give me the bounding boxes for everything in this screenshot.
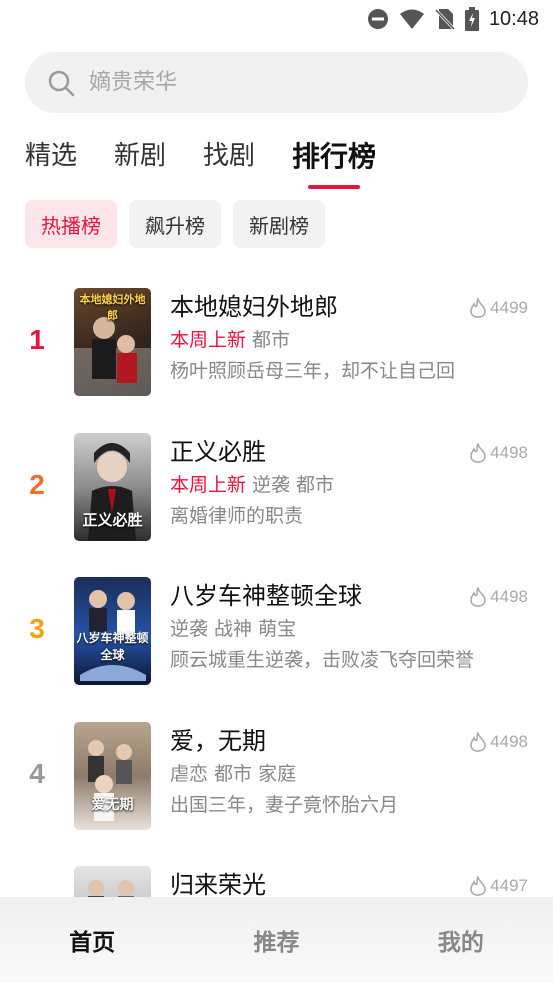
chip-hot[interactable]: 热播榜: [25, 200, 117, 248]
genre-tags: 逆袭 都市: [252, 474, 335, 496]
flame-icon: [470, 443, 486, 463]
no-sim-icon: [434, 8, 455, 30]
tab-label: 排行榜: [292, 140, 377, 173]
genre-tags: 逆袭 战神 萌宝: [170, 618, 297, 640]
list-item[interactable]: 4 爱无期 爱，无期 虐恋 都市 家庭 出国三年，妻子竟怀胎六月 4498: [0, 722, 553, 832]
heat-value: 4498: [490, 443, 528, 462]
heat-score: 4498: [469, 587, 528, 607]
rank-number: 2: [29, 469, 45, 500]
nav-home[interactable]: 首页: [69, 923, 115, 957]
rank-number: 3: [29, 613, 45, 644]
search-icon: [48, 70, 75, 96]
new-this-week-badge: 本周上新: [170, 474, 247, 496]
heat-value: 4499: [490, 298, 528, 317]
genre-tags: 虐恋 都市 家庭: [170, 763, 297, 785]
rank-number: 4: [29, 758, 45, 789]
drama-title: 正义必胜: [170, 438, 266, 466]
search-input[interactable]: [87, 69, 471, 96]
tab-new-dramas[interactable]: 新剧: [114, 135, 166, 175]
do-not-disturb-icon: [367, 9, 388, 29]
rank-number: 1: [29, 324, 45, 355]
wifi-icon: [399, 9, 424, 29]
drama-info: 八岁车神整顿全球 逆袭 战神 萌宝 顾云城重生逆袭，击败凌飞夺回荣誉: [170, 579, 500, 675]
drama-poster[interactable]: 爱无期: [74, 722, 151, 830]
list-item[interactable]: 1 本地媳妇外地郎 本地媳妇外地郎 本周上新 都市 杨叶照顾岳母三年，却不让自己回…: [0, 288, 553, 398]
heat-value: 4497: [490, 876, 528, 895]
chip-rising[interactable]: 飙升榜: [129, 200, 221, 248]
poster-title: 本地媳妇外地郎: [79, 293, 146, 322]
drama-poster[interactable]: 正义必胜: [74, 433, 151, 541]
drama-title: 本地媳妇外地郎: [170, 293, 338, 321]
status-bar: 10:48: [0, 0, 553, 40]
heat-score: 4498: [469, 732, 528, 752]
nav-profile[interactable]: 我的: [438, 923, 484, 957]
heat-score: 4498: [469, 443, 528, 463]
drama-title: 八岁车神整顿全球: [170, 582, 362, 610]
list-item[interactable]: 2 正义必胜 正义必胜 本周上新 逆袭 都市 离婚律师的职责 4498: [0, 433, 553, 543]
flame-icon: [470, 587, 486, 607]
drama-poster[interactable]: 八岁车神整顿全球: [74, 577, 151, 685]
drama-tags: 本周上新 都市: [170, 326, 500, 354]
drama-tags: 虐恋 都市 家庭: [170, 760, 500, 788]
heat-value: 4498: [490, 732, 528, 751]
search-bar[interactable]: [25, 52, 528, 113]
new-this-week-badge: 本周上新: [170, 329, 247, 351]
active-tab-indicator: [308, 185, 361, 189]
drama-description: 出国三年，妻子竟怀胎六月: [170, 794, 399, 816]
drama-info: 正义必胜 本周上新 逆袭 都市 离婚律师的职责: [170, 435, 500, 531]
tab-label: 精选: [25, 141, 78, 171]
flame-icon: [470, 876, 486, 896]
poster-title: 爱无期: [91, 797, 134, 813]
top-tabs: 精选 新剧 找剧 排行榜: [25, 135, 413, 189]
nav-recommend[interactable]: 推荐: [253, 923, 299, 957]
poster-title: 正义必胜: [82, 511, 143, 529]
tab-label: 找剧: [203, 141, 256, 171]
drama-title: 爱，无期: [170, 727, 266, 755]
heat-score: 4497: [469, 876, 528, 896]
drama-description: 杨叶照顾岳母三年，却不让自己回: [170, 360, 456, 382]
drama-info: 本地媳妇外地郎 本周上新 都市 杨叶照顾岳母三年，却不让自己回: [170, 290, 500, 386]
bottom-navigation: 首页 推荐 我的: [0, 897, 553, 983]
tab-find-drama[interactable]: 找剧: [203, 135, 255, 175]
drama-poster[interactable]: 本地媳妇外地郎: [74, 288, 151, 396]
status-time: 10:48: [488, 7, 539, 30]
heat-value: 4498: [490, 587, 528, 606]
list-item[interactable]: 3 八岁车神整顿全球 八岁车神整顿全球 逆袭 战神 萌宝 顾云城重生逆袭，击败凌…: [0, 577, 553, 687]
tab-rankings[interactable]: 排行榜: [292, 135, 377, 189]
status-icons: 10:48: [367, 7, 539, 31]
flame-icon: [470, 298, 486, 318]
poster-title: 八岁车神整顿全球: [76, 631, 149, 662]
drama-tags: 逆袭 战神 萌宝: [170, 615, 500, 643]
ranking-filter-chips: 热播榜 飙升榜 新剧榜: [25, 200, 325, 248]
genre-tags: 都市: [252, 329, 291, 351]
battery-charging-icon: [464, 7, 479, 31]
flame-icon: [470, 732, 486, 752]
heat-score: 4499: [469, 298, 528, 318]
tab-label: 新剧: [114, 141, 167, 171]
drama-description: 顾云城重生逆袭，击败凌飞夺回荣誉: [170, 649, 475, 671]
drama-description: 离婚律师的职责: [170, 505, 304, 527]
drama-tags: 本周上新 逆袭 都市: [170, 471, 500, 499]
chip-new[interactable]: 新剧榜: [233, 200, 325, 248]
drama-info: 爱，无期 虐恋 都市 家庭 出国三年，妻子竟怀胎六月: [170, 724, 500, 820]
tab-featured[interactable]: 精选: [25, 135, 77, 175]
